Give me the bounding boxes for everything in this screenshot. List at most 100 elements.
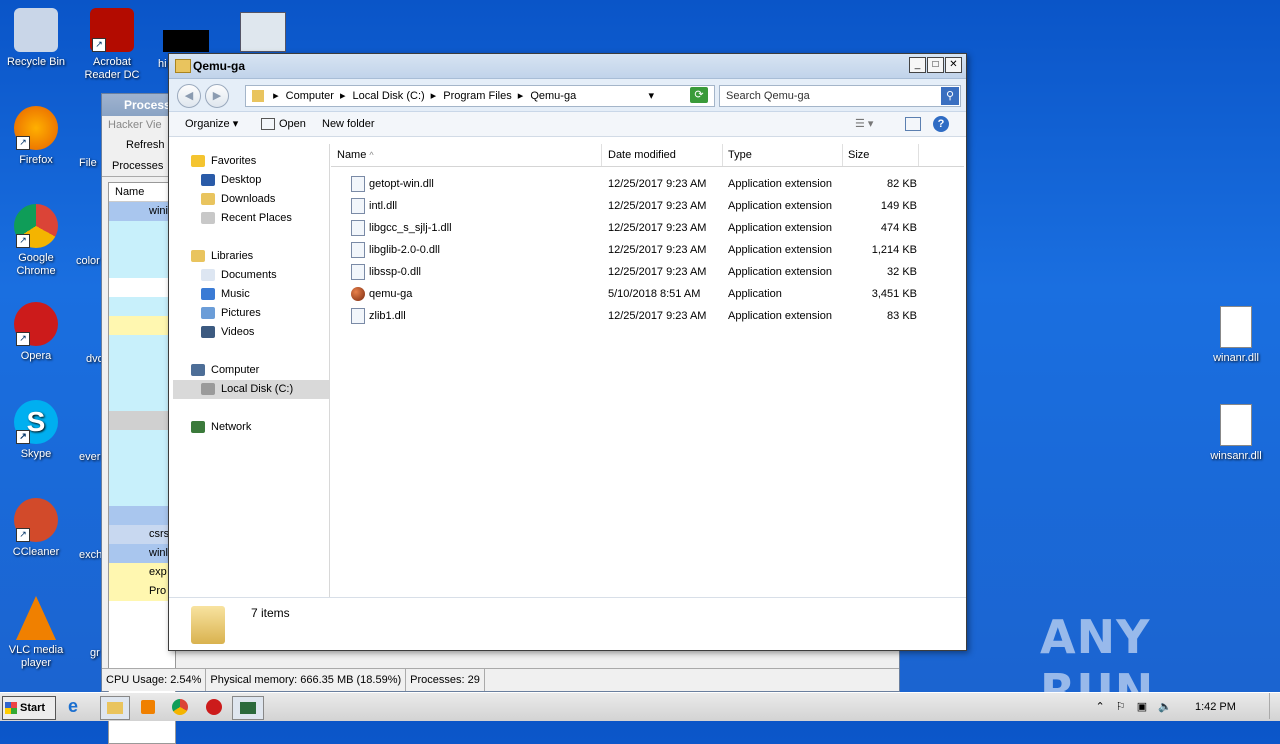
process-row[interactable] [109,449,175,468]
maximize-button[interactable]: □ [927,57,944,73]
firefox-icon: ↗ [14,106,58,150]
ccleaner-desktop-icon[interactable]: ↗ CCleaner [0,498,72,559]
file-row[interactable]: qemu-ga 5/10/2018 8:51 AM Application 3,451… [331,283,951,305]
nav-favorites[interactable]: Favorites [191,152,256,171]
file-row[interactable]: getopt-win.dll 12/25/2017 9:23 AM Applicat… [331,173,951,195]
file-row[interactable]: libglib-2.0-0.dll 12/25/2017 9:23 AM Appli… [331,239,951,261]
internet-explorer-taskbar-icon[interactable]: e [68,696,92,718]
flag-icon[interactable]: ⚐ [1116,701,1126,713]
process-row[interactable] [109,430,175,449]
breadcrumb-computer[interactable]: Computer [286,86,334,106]
close-button[interactable]: ✕ [945,57,962,73]
column-header-name[interactable]: Name [109,183,175,202]
nav-local-disk[interactable]: Local Disk (C:) [201,380,293,399]
opera-desktop-icon[interactable]: ↗ Opera [0,302,72,363]
black-window-icon[interactable] [163,30,209,52]
nav-computer[interactable]: Computer [191,361,259,380]
forward-button[interactable]: ▶ [205,84,229,108]
process-row[interactable] [109,297,175,316]
winsanr-dll-desktop-icon[interactable]: winsanr.dll [1200,404,1272,463]
file-row[interactable]: libgcc_s_sjlj-1.dll 12/25/2017 9:23 AM App… [331,217,951,239]
media-player-taskbar-icon[interactable] [136,696,160,718]
nav-music[interactable]: Music [201,285,250,304]
preview-pane-icon[interactable] [905,117,921,131]
chrome-taskbar-icon[interactable] [168,696,192,718]
nav-desktop[interactable]: Desktop [201,171,261,190]
process-row[interactable] [109,487,175,506]
nav-videos[interactable]: Videos [201,323,254,342]
winanr-dll-desktop-icon[interactable]: winanr.dll [1200,306,1272,365]
column-header-size[interactable]: Size [842,144,919,166]
process-row[interactable]: wini [109,202,175,221]
start-button[interactable]: Start [2,696,56,720]
address-bar[interactable]: ▸ Computer ▸ Local Disk (C:) ▸ Program Fil… [245,85,715,107]
tray-expand-icon[interactable]: ⌃ [1096,701,1105,713]
chrome-desktop-icon[interactable]: ↗ Google Chrome [0,204,72,278]
skype-desktop-icon[interactable]: S ↗ Skype [0,400,72,461]
partial-icon-label: color [76,255,100,267]
file-row[interactable]: intl.dll 12/25/2017 9:23 AM Application ex… [331,195,951,217]
process-row[interactable] [109,468,175,487]
minimize-button[interactable]: _ [909,57,926,73]
acrobat-desktop-icon[interactable]: ↗ Acrobat Reader DC [76,8,148,82]
tab-processes[interactable]: Processes [112,160,163,172]
recycle-bin-desktop-icon[interactable]: Recycle Bin [0,8,72,69]
process-row[interactable]: Pro [109,582,175,601]
process-row[interactable] [109,373,175,392]
process-list[interactable]: Name wini csrs winl exp Pro [108,182,176,744]
view-options-icon[interactable]: ☰ ▾ [855,112,873,136]
breadcrumb-program-files[interactable]: Program Files [443,86,511,106]
back-button[interactable]: ◀ [177,84,201,108]
process-row[interactable] [109,392,175,411]
organize-button[interactable]: Organize ▾ [185,112,238,136]
explorer-taskbar-icon[interactable] [100,696,130,720]
breadcrumb-qemu-ga[interactable]: Qemu-ga [530,86,576,106]
process-row[interactable] [109,240,175,259]
open-button[interactable]: Open [261,112,306,136]
search-icon[interactable]: ⚲ [941,87,959,105]
search-input[interactable]: Search Qemu-ga ⚲ [719,85,961,107]
explorer-window[interactable]: Qemu-ga _ □ ✕ ◀ ▶ ▸ Computer ▸ Local Disk… [168,53,967,651]
nav-documents[interactable]: Documents [201,266,277,285]
file-row[interactable]: libssp-0.dll 12/25/2017 9:23 AM Applicatio… [331,261,951,283]
column-header-date[interactable]: Date modified [602,144,723,166]
file-list[interactable]: Name ^ Date modified Type Size getopt-wi… [331,144,964,597]
process-row[interactable] [109,335,175,354]
nav-network[interactable]: Network [191,418,251,437]
new-folder-button[interactable]: New folder [322,112,375,136]
column-header-name[interactable]: Name ^ [331,144,602,166]
show-desktop-button[interactable] [1269,693,1280,719]
nav-pictures[interactable]: Pictures [201,304,261,323]
monitor-app-icon[interactable] [240,12,286,52]
process-row[interactable] [109,506,175,525]
nav-recent-places[interactable]: Recent Places [201,209,292,228]
file-row[interactable]: zlib1.dll 12/25/2017 9:23 AM Application e… [331,305,951,327]
breadcrumb-local-disk[interactable]: Local Disk (C:) [353,86,425,106]
refresh-icon[interactable]: ⟳ [690,87,708,103]
help-icon[interactable]: ? [933,116,949,132]
chevron-down-icon[interactable]: ▾ [648,86,654,106]
process-row[interactable] [109,354,175,373]
column-header-type[interactable]: Type [722,144,843,166]
volume-icon[interactable]: 🔈 [1158,701,1172,713]
process-row[interactable] [109,259,175,278]
explorer-titlebar[interactable]: Qemu-ga _ □ ✕ [169,54,966,79]
process-row[interactable] [109,411,175,430]
clock[interactable]: 1:42 PM [1195,701,1236,713]
vlc-desktop-icon[interactable]: VLC media player [0,596,72,670]
network-tray-icon[interactable]: ▣ [1137,701,1147,713]
nav-libraries[interactable]: Libraries [191,247,253,266]
process-row[interactable]: exp [109,563,175,582]
process-row[interactable] [109,221,175,240]
process-hacker-taskbar-icon[interactable] [232,696,264,720]
process-row[interactable]: winl [109,544,175,563]
nav-downloads[interactable]: Downloads [201,190,275,209]
opera-taskbar-icon[interactable] [202,696,226,718]
process-row[interactable]: csrs [109,525,175,544]
refresh-button[interactable]: Refresh [126,139,165,151]
firefox-desktop-icon[interactable]: ↗ Firefox [0,106,72,167]
folder-icon [191,606,225,644]
process-row[interactable] [109,278,175,297]
file-type: Application extension [728,266,832,278]
process-row[interactable] [109,316,175,335]
